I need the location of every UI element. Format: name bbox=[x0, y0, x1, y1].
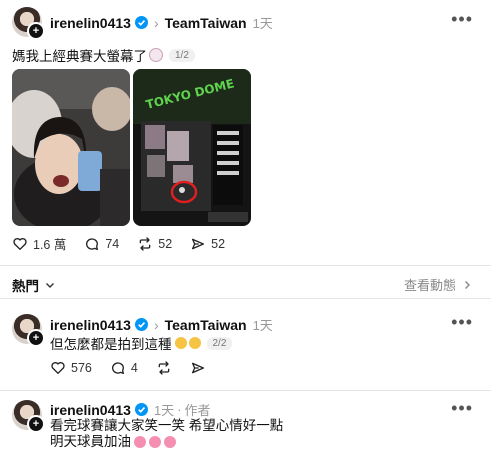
reply-line-2: 明天球員加油 bbox=[50, 434, 131, 449]
plus-icon[interactable]: + bbox=[27, 22, 45, 40]
post-time: 1天 bbox=[252, 16, 273, 31]
comment-icon bbox=[111, 362, 124, 374]
time-separator: · bbox=[177, 402, 182, 417]
post-header: irenelin0413 › TeamTaiwan 1天 bbox=[50, 13, 273, 32]
heart-icon bbox=[51, 362, 65, 374]
verified-icon bbox=[134, 16, 148, 29]
more-icon[interactable]: ••• bbox=[451, 398, 473, 419]
like-count: 1.6 萬 bbox=[33, 238, 67, 252]
comment-count: 4 bbox=[130, 361, 138, 375]
share-icon bbox=[192, 238, 205, 249]
reply-text: 但怎麼都是拍到這種 bbox=[50, 337, 172, 352]
like-button[interactable]: 576 bbox=[50, 360, 92, 376]
avatar[interactable]: + bbox=[12, 400, 45, 433]
separator-icon: › bbox=[153, 316, 159, 333]
reply-line-2-row: 明天球員加油 bbox=[50, 434, 283, 450]
repost-button[interactable] bbox=[156, 360, 172, 376]
repost-icon bbox=[139, 236, 151, 251]
heart-icon bbox=[13, 237, 27, 250]
username[interactable]: irenelin0413 bbox=[50, 15, 131, 31]
repost-button[interactable]: 52 bbox=[137, 236, 172, 252]
plus-icon[interactable]: + bbox=[27, 415, 45, 433]
group-link[interactable]: TeamTaiwan bbox=[165, 317, 247, 333]
chevron-right-icon bbox=[465, 280, 470, 289]
comment-button[interactable]: 74 bbox=[84, 236, 119, 252]
reply-actions: 576 4 bbox=[50, 360, 206, 376]
more-icon[interactable]: ••• bbox=[451, 9, 473, 30]
view-activity-label: 查看動態 bbox=[403, 278, 456, 293]
avatar[interactable]: + bbox=[12, 314, 45, 347]
reply-text-row: 但怎麼都是拍到這種 2/2 bbox=[50, 333, 233, 353]
reply-line-1: 看完球賽讓大家笑一笑 希望心情好一點 bbox=[50, 418, 284, 433]
separator-icon: › bbox=[153, 14, 159, 31]
share-count: 52 bbox=[211, 236, 226, 251]
more-icon[interactable]: ••• bbox=[451, 312, 473, 333]
baseball-emoji bbox=[149, 48, 163, 62]
share-icon bbox=[191, 362, 204, 374]
comment-button[interactable]: 4 bbox=[110, 360, 138, 376]
username[interactable]: irenelin0413 bbox=[50, 402, 131, 418]
reply-text-block: 看完球賽讓大家笑一笑 希望心情好一點 明天球員加油 bbox=[50, 418, 283, 450]
author-badge: 作者 bbox=[184, 403, 211, 418]
comment-count: 74 bbox=[105, 236, 120, 251]
flower-emoji bbox=[134, 436, 146, 448]
reply-time: 1天 bbox=[252, 318, 273, 333]
crowd-photo bbox=[12, 69, 130, 226]
verified-icon bbox=[134, 403, 148, 416]
divider bbox=[0, 298, 491, 299]
like-button[interactable]: 1.6 萬 bbox=[12, 234, 66, 253]
reply-header: irenelin0413 › TeamTaiwan 1天 bbox=[50, 315, 273, 334]
view-activity-link[interactable]: 查看動態 bbox=[404, 275, 473, 294]
flower-emoji bbox=[149, 436, 161, 448]
post-image-right[interactable]: TOKYO DOME bbox=[133, 69, 251, 226]
repost-icon bbox=[158, 361, 170, 375]
chevron-down-icon bbox=[46, 283, 54, 288]
post-actions: 1.6 萬 74 52 52 bbox=[12, 234, 225, 253]
stadium-screen-photo: TOKYO DOME bbox=[133, 69, 251, 226]
sort-dropdown[interactable]: 熱門 bbox=[12, 275, 56, 295]
page-indicator: 2/2 bbox=[206, 336, 233, 350]
reply-time: 1天 bbox=[153, 403, 175, 418]
comment-icon bbox=[86, 237, 99, 250]
share-button[interactable] bbox=[190, 360, 206, 376]
share-button[interactable]: 52 bbox=[190, 236, 225, 252]
laughing-emoji bbox=[174, 337, 187, 349]
verified-icon bbox=[134, 318, 148, 331]
plus-icon[interactable]: + bbox=[27, 329, 45, 347]
divider bbox=[0, 390, 491, 391]
username[interactable]: irenelin0413 bbox=[50, 317, 131, 333]
laughing-emoji bbox=[188, 337, 201, 349]
page-indicator: 1/2 bbox=[169, 48, 195, 62]
repost-count: 52 bbox=[158, 236, 173, 251]
divider bbox=[0, 265, 491, 266]
flower-emoji bbox=[164, 436, 176, 448]
reply-header: irenelin0413 1天 · 作者 bbox=[50, 400, 211, 419]
post-text-row: 媽我上經典賽大螢幕了 1/2 bbox=[12, 45, 195, 65]
group-link[interactable]: TeamTaiwan bbox=[165, 15, 247, 31]
like-count: 576 bbox=[71, 361, 92, 375]
avatar[interactable]: + bbox=[12, 7, 45, 40]
post-image-left[interactable] bbox=[12, 69, 130, 226]
post-text: 媽我上經典賽大螢幕了 bbox=[12, 49, 147, 64]
sort-label: 熱門 bbox=[12, 279, 39, 294]
